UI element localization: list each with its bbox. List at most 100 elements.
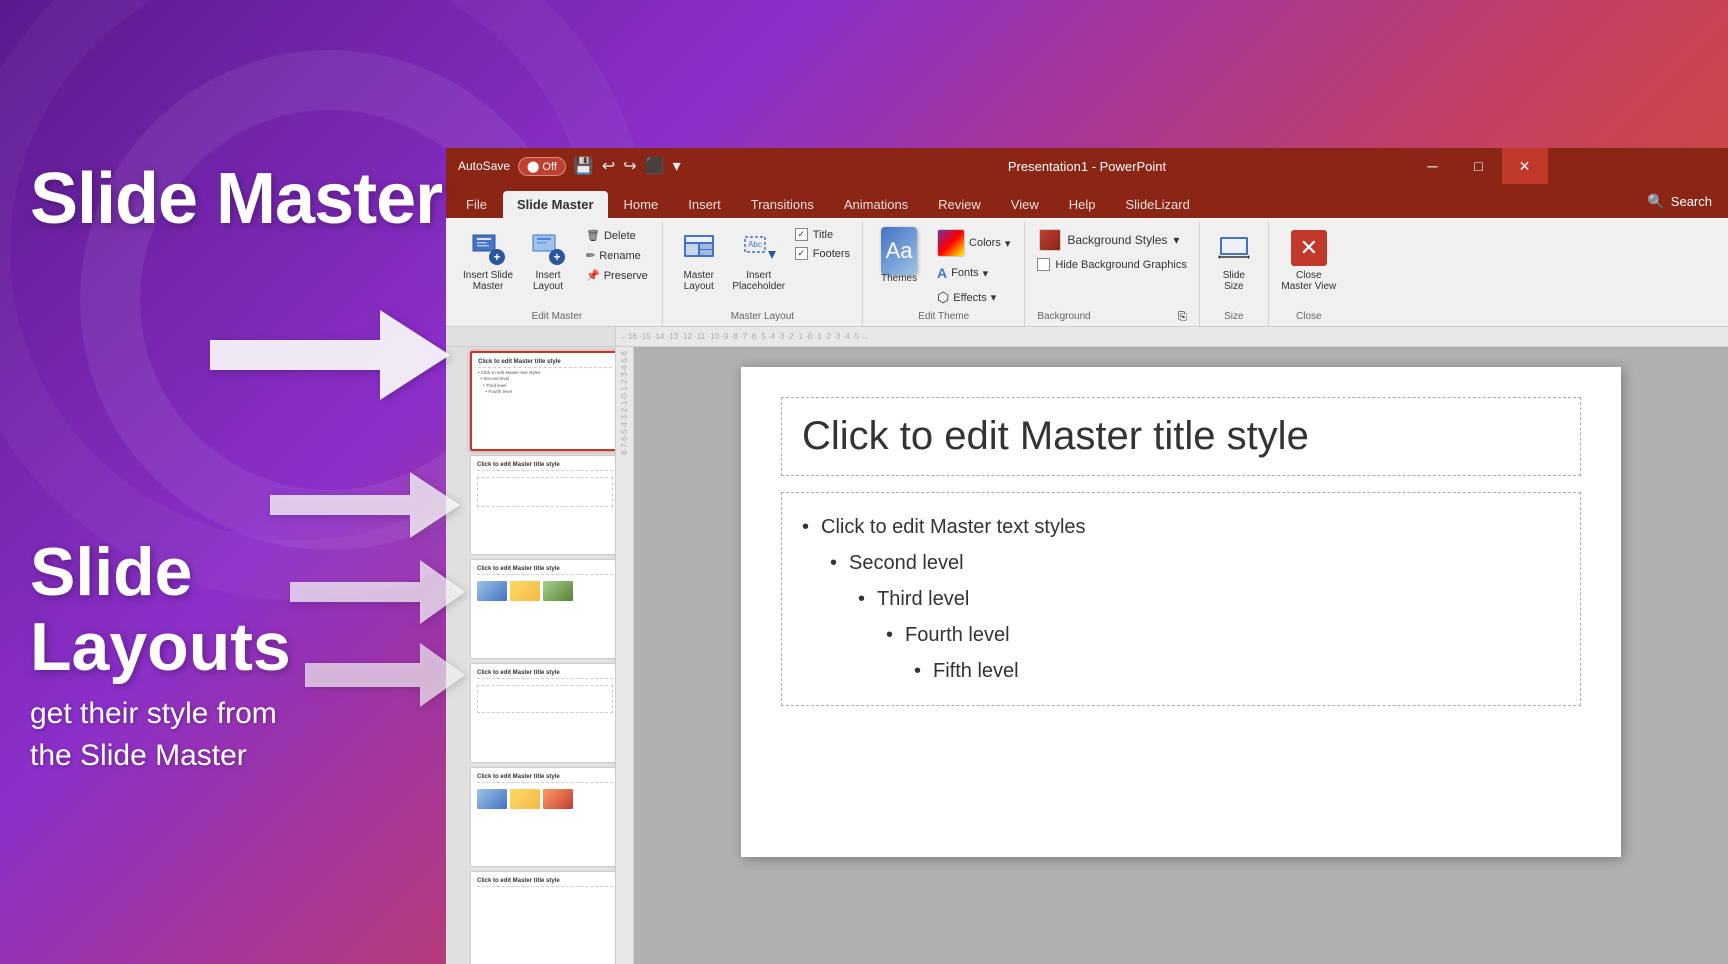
tab-slidelizard[interactable]: SlideLizard bbox=[1112, 191, 1204, 218]
insert-placeholder-label: InsertPlaceholder bbox=[732, 270, 785, 292]
slide-title-placeholder[interactable]: Click to edit Master title style bbox=[781, 397, 1581, 476]
slide-thumb-5-wrap[interactable]: 5 Click to edit Master title style bbox=[450, 767, 611, 867]
background-styles-button[interactable]: Background Styles ▾ bbox=[1033, 226, 1190, 254]
slide-3-img-3 bbox=[543, 581, 573, 601]
background-content: Background Styles ▾ Hide Background Grap… bbox=[1033, 222, 1190, 309]
master-layout-button[interactable]: MasterLayout bbox=[671, 226, 727, 296]
body-item-2: • Third level bbox=[802, 581, 1560, 617]
maximize-button[interactable]: □ bbox=[1456, 148, 1502, 184]
slide-4-title: Click to edit Master title style bbox=[477, 670, 613, 679]
undo-icon[interactable]: ↩ bbox=[602, 156, 615, 176]
title-check-icon: ✓ bbox=[795, 228, 808, 241]
body-item-0: • Click to edit Master text styles bbox=[802, 509, 1560, 545]
slide-thumb-4[interactable]: Click to edit Master title style bbox=[470, 663, 616, 763]
slide-1-body: • Click to edit Master text styles • Sec… bbox=[478, 370, 612, 395]
minimize-button[interactable]: ─ bbox=[1410, 148, 1456, 184]
canvas-area[interactable]: Click to edit Master title style • Click… bbox=[634, 347, 1728, 964]
fonts-icon: A bbox=[937, 265, 947, 281]
slide-5-images bbox=[477, 789, 613, 809]
colors-label: Colors bbox=[969, 237, 1001, 249]
themes-button[interactable]: Aa Themes bbox=[871, 226, 927, 290]
edit-theme-content: Aa Themes Colors ▾ A Fonts ▾ bbox=[871, 222, 1016, 309]
hide-bg-graphics-checkbox[interactable]: Hide Background Graphics bbox=[1033, 256, 1190, 273]
slide-show-icon[interactable]: ⬛ bbox=[645, 156, 665, 176]
slide-thumb-4-wrap[interactable]: 4 Click to edit Master title style bbox=[450, 663, 611, 763]
close-master-view-button[interactable]: ✕ CloseMaster View bbox=[1277, 226, 1341, 296]
body-item-1: • Second level bbox=[802, 545, 1560, 581]
small-buttons-col: 🗑 Delete ✏ Rename 📌 Preserve bbox=[580, 226, 654, 285]
powerpoint-window: AutoSave ⬤ Off 💾 ↩ ↪ ⬛ ▾ Presentation1 -… bbox=[446, 148, 1728, 964]
insert-layout-button[interactable]: + InsertLayout bbox=[520, 226, 576, 296]
hide-bg-graphics-label: Hide Background Graphics bbox=[1055, 259, 1186, 271]
background-label: Background bbox=[1033, 309, 1094, 326]
close-button[interactable]: ✕ bbox=[1502, 148, 1548, 184]
colors-button[interactable]: Colors ▾ bbox=[931, 226, 1016, 260]
background-expand-icon[interactable]: ⎘ bbox=[1174, 311, 1191, 324]
effects-button[interactable]: ⬡ Effects ▾ bbox=[931, 286, 1016, 309]
slide-4-body-area bbox=[477, 685, 613, 713]
slide-thumb-1[interactable]: Click to edit Master title style • Click… bbox=[470, 351, 616, 451]
svg-text:Abc: Abc bbox=[748, 240, 762, 249]
slide-6-spacer bbox=[477, 889, 613, 909]
fonts-button[interactable]: A Fonts ▾ bbox=[931, 262, 1016, 284]
tab-home[interactable]: Home bbox=[610, 191, 673, 218]
slide-thumb-2-wrap[interactable]: 2 Click to edit Master title style bbox=[450, 455, 611, 555]
slide-thumb-5[interactable]: Click to edit Master title style bbox=[470, 767, 616, 867]
tab-slide-master[interactable]: Slide Master bbox=[503, 191, 608, 218]
tab-view[interactable]: View bbox=[997, 191, 1053, 218]
effects-label: Effects bbox=[953, 292, 986, 304]
body-text-0: Click to edit Master text styles bbox=[821, 509, 1086, 545]
footers-check-icon: ✓ bbox=[795, 247, 808, 260]
themes-icon: Aa bbox=[881, 233, 917, 269]
effects-icon: ⬡ bbox=[937, 289, 949, 306]
tab-help[interactable]: Help bbox=[1055, 191, 1110, 218]
ruler-corner bbox=[446, 327, 616, 347]
size-content: SlideSize bbox=[1208, 222, 1260, 309]
insert-layout-label: InsertLayout bbox=[533, 270, 563, 292]
tab-animations[interactable]: Animations bbox=[830, 191, 922, 218]
slide-size-button[interactable]: SlideSize bbox=[1208, 226, 1260, 296]
window-title: Presentation1 - PowerPoint bbox=[1008, 159, 1166, 174]
delete-label: Delete bbox=[604, 230, 636, 242]
bullet-3: • bbox=[886, 617, 893, 653]
rename-button[interactable]: ✏ Rename bbox=[580, 246, 654, 265]
ribbon: + Insert SlideMaster + bbox=[446, 218, 1728, 327]
slide-panel-inner: 1 Click to edit Master title style • Cli… bbox=[446, 347, 616, 964]
slide-thumb-3-wrap[interactable]: 3 Click to edit Master title style bbox=[450, 559, 611, 659]
footers-checkbox[interactable]: ✓ Footers bbox=[791, 245, 854, 262]
rename-icon: ✏ bbox=[586, 249, 595, 262]
slide-5-img-1 bbox=[477, 789, 507, 809]
tab-review[interactable]: Review bbox=[924, 191, 995, 218]
save-icon[interactable]: 💾 bbox=[574, 156, 594, 176]
tab-insert[interactable]: Insert bbox=[674, 191, 735, 218]
slide-size-label: SlideSize bbox=[1223, 270, 1245, 292]
slide-thumb-6-wrap[interactable]: 6 Click to edit Master title style bbox=[450, 871, 611, 964]
slide-3-title: Click to edit Master title style bbox=[477, 566, 613, 575]
svg-text:+: + bbox=[493, 250, 500, 264]
redo-icon[interactable]: ↪ bbox=[623, 156, 636, 176]
title-bar: AutoSave ⬤ Off 💾 ↩ ↪ ⬛ ▾ Presentation1 -… bbox=[446, 148, 1728, 184]
close-master-icon-box: ✕ bbox=[1291, 230, 1327, 266]
preserve-button[interactable]: 📌 Preserve bbox=[580, 266, 654, 285]
ribbon-search-area[interactable]: 🔍 Search bbox=[1637, 189, 1722, 214]
delete-icon: 🗑 bbox=[586, 229, 600, 242]
slide-thumb-6[interactable]: Click to edit Master title style bbox=[470, 871, 616, 964]
edit-theme-label: Edit Theme bbox=[871, 309, 1016, 326]
slide-body-placeholder: • Click to edit Master text styles • Sec… bbox=[781, 492, 1581, 706]
tab-transitions[interactable]: Transitions bbox=[737, 191, 828, 218]
bullet-4: • bbox=[914, 653, 921, 689]
slide-thumb-3[interactable]: Click to edit Master title style bbox=[470, 559, 616, 659]
slide-2-body-area bbox=[477, 477, 613, 507]
toggle-indicator: ⬤ bbox=[527, 161, 539, 173]
insert-placeholder-button[interactable]: Abc InsertPlaceholder bbox=[731, 226, 787, 296]
bullet-0: • bbox=[802, 509, 809, 545]
autosave-toggle[interactable]: ⬤ Off bbox=[518, 157, 566, 176]
preserve-label: Preserve bbox=[604, 270, 648, 282]
edit-master-group: + Insert SlideMaster + bbox=[452, 222, 663, 326]
title-checkbox[interactable]: ✓ Title bbox=[791, 226, 854, 243]
master-layout-label-group: Master Layout bbox=[671, 309, 854, 326]
customize-icon[interactable]: ▾ bbox=[673, 156, 681, 176]
delete-button[interactable]: 🗑 Delete bbox=[580, 226, 654, 245]
slide-thumb-1-wrap[interactable]: 1 Click to edit Master title style • Cli… bbox=[450, 351, 611, 451]
slide-thumb-2[interactable]: Click to edit Master title style bbox=[470, 455, 616, 555]
